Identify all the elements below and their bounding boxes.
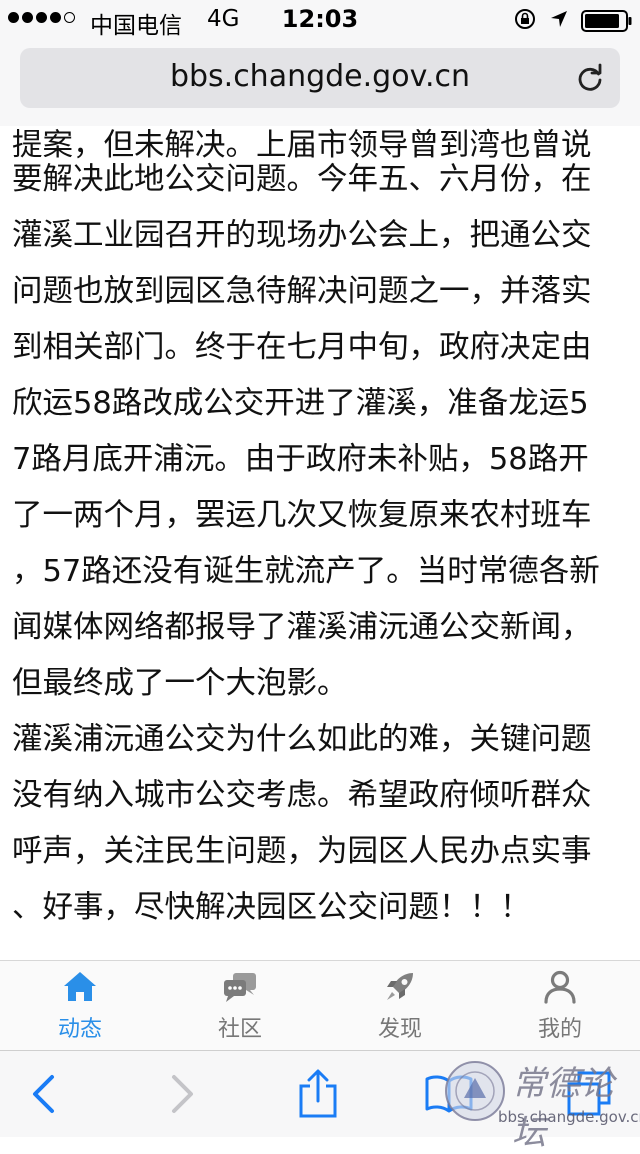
home-icon xyxy=(64,972,96,1001)
post-text-line: 了一两个月，罢运几次又恢复原来农村班车 xyxy=(12,498,592,533)
post-text-line: 闻媒体网络都报导了灌溪浦沅通公交新闻， xyxy=(12,610,592,645)
watermark-url: bbs.changde.gov.cn xyxy=(498,1108,640,1126)
rotation-lock-icon xyxy=(515,9,535,29)
post-text-line: 呼声，关注民生问题，为园区人民办点实事 xyxy=(12,834,592,869)
tab-label: 我的 xyxy=(537,1017,582,1042)
address-bar[interactable]: bbs.changde.gov.cn xyxy=(20,48,620,108)
post-content: 提案，但未解决。上届市领导曾到湾也曾说 要解决此地公交问题。今年五、六月份，在 … xyxy=(0,126,640,960)
browser-address-area: bbs.changde.gov.cn xyxy=(0,40,640,126)
post-text-line: 但最终成了一个大泡影。 xyxy=(12,666,348,701)
url-text: bbs.changde.gov.cn xyxy=(169,59,471,94)
tab-community[interactable]: 社区 xyxy=(160,961,320,1051)
post-text-line: 问题也放到园区急待解决问题之一，并落实 xyxy=(12,274,592,309)
post-text-line: 、好事，尽快解决园区公交问题！！！ xyxy=(12,890,531,925)
post-text-line: 7路月底开浦沅。由于政府未补贴，58路开 xyxy=(12,442,589,477)
tab-label: 发现 xyxy=(377,1017,422,1042)
status-time: 12:03 xyxy=(281,5,359,33)
tab-dynamic[interactable]: 动态 xyxy=(0,961,160,1051)
post-text-line: 灌溪工业园召开的现场办公会上，把通公交 xyxy=(12,218,592,253)
share-button[interactable] xyxy=(293,1069,343,1119)
post-text-line: ，57路还没有诞生就流产了。当时常德各新 xyxy=(12,554,600,589)
post-text-line: 欣运58路改成公交开进了灌溪，准备龙运5 xyxy=(12,386,589,421)
tab-label: 社区 xyxy=(217,1017,262,1042)
forum-watermark: 常德论坛 bbs.changde.gov.cn xyxy=(442,1056,640,1153)
location-arrow-icon xyxy=(551,11,567,27)
post-text-line: 要解决此地公交问题。今年五、六月份，在 xyxy=(12,162,592,197)
forward-button[interactable] xyxy=(158,1069,208,1119)
post-text-line: 到相关部门。终于在七月中旬，政府决定由 xyxy=(12,330,592,365)
user-icon xyxy=(544,970,576,1004)
status-bar: 中国电信 4G 12:03 xyxy=(0,0,640,40)
tab-label: 动态 xyxy=(57,1017,102,1042)
chat-icon xyxy=(224,973,256,1002)
rocket-icon xyxy=(387,973,413,1000)
watermark-title: 常德论坛 xyxy=(512,1064,614,1153)
tab-profile[interactable]: 我的 xyxy=(480,961,640,1051)
reload-icon[interactable] xyxy=(574,62,606,94)
tab-discover[interactable]: 发现 xyxy=(320,961,480,1051)
back-button[interactable] xyxy=(18,1069,68,1119)
post-text-line: 灌溪浦沅通公交为什么如此的难，关键问题 xyxy=(12,722,592,757)
post-text-line: 没有纳入城市公交考虑。希望政府倾听群众 xyxy=(12,778,592,813)
battery-icon xyxy=(581,10,632,32)
forum-tab-bar: 动态 社区 发现 我的 xyxy=(0,960,640,1051)
